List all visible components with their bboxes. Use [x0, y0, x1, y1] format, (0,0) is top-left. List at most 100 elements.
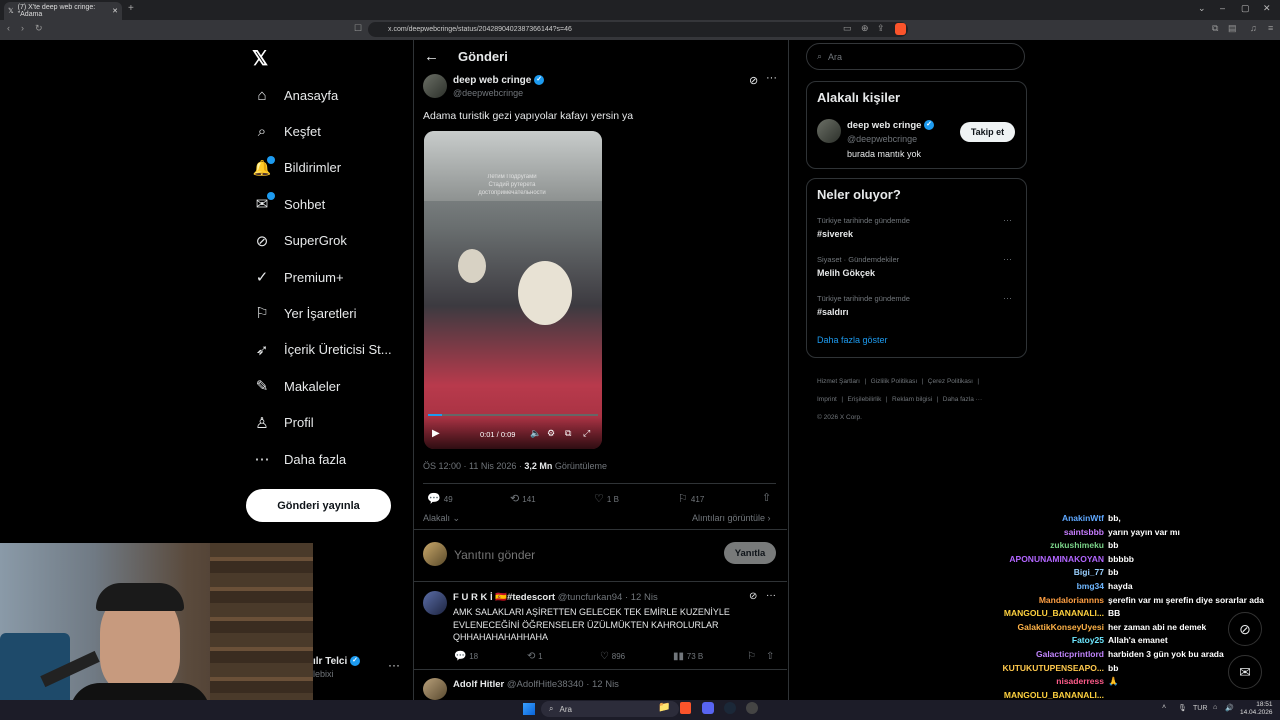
- settings-icon[interactable]: ⚙: [547, 428, 555, 439]
- grok-icon[interactable]: ⊘: [749, 74, 758, 87]
- author-avatar[interactable]: [423, 74, 447, 98]
- reply-action[interactable]: 💬 49: [427, 492, 453, 505]
- sidebar-item-home[interactable]: ⌂ Anasayfa: [252, 80, 338, 110]
- extensions-icon[interactable]: ⧉: [1212, 23, 1218, 34]
- grok-icon[interactable]: ⊘: [749, 591, 757, 602]
- forward-nav-icon[interactable]: ›: [21, 23, 24, 33]
- author-name[interactable]: deep web cringe ✓: [453, 75, 545, 86]
- discord-icon[interactable]: [702, 702, 714, 714]
- reply-avatar[interactable]: [423, 678, 447, 700]
- reply-input[interactable]: [452, 544, 716, 566]
- sidebar-item-article[interactable]: ✎ Makaleler: [252, 371, 341, 401]
- reply-like-action[interactable]: ♡ 896: [600, 651, 625, 662]
- sort-dropdown[interactable]: Alakalı ⌄: [423, 513, 460, 524]
- clock[interactable]: 18:51 14.04.2026: [1240, 701, 1273, 717]
- close-window-icon[interactable]: ✕: [1263, 3, 1271, 14]
- volume-tray-icon[interactable]: 🔊: [1225, 704, 1234, 712]
- language-indicator[interactable]: TUR: [1193, 705, 1207, 712]
- follow-button[interactable]: Takip et: [960, 122, 1015, 142]
- like-action[interactable]: ♡ 1 B: [594, 492, 619, 505]
- steam-icon[interactable]: [724, 702, 736, 714]
- footer-link[interactable]: Daha fazla ···: [943, 396, 982, 403]
- sidebar-item-chat[interactable]: ✉ Sohbet: [252, 189, 325, 219]
- new-tab-icon[interactable]: +: [128, 3, 134, 14]
- sidebar-item-grok[interactable]: ⊘ SuperGrok: [252, 226, 347, 256]
- trend-item[interactable]: Türkiye tarihinde gündemde #siverek: [817, 216, 910, 239]
- bookmark-action[interactable]: ⚐ 417: [678, 492, 704, 505]
- sidebar-item-search[interactable]: ⌕ Keşfet: [252, 116, 321, 146]
- sidebar-item-bookmark[interactable]: ⚐ Yer İşaretleri: [252, 298, 356, 328]
- footer-link[interactable]: Erişilebilirlik: [847, 396, 881, 403]
- related-name[interactable]: deep web cringe ✓: [847, 120, 935, 131]
- account-more-icon[interactable]: ···: [388, 658, 400, 672]
- minimize-icon[interactable]: –: [1220, 3, 1225, 13]
- trend-more-icon[interactable]: ···: [1003, 293, 1012, 303]
- tray-chevron-icon[interactable]: ˄: [1162, 704, 1166, 711]
- messages-float-icon[interactable]: ✉: [1228, 655, 1262, 689]
- menu-icon[interactable]: ≡: [1268, 23, 1273, 33]
- reply-bookmark-icon[interactable]: ⚐: [747, 651, 756, 662]
- trend-item[interactable]: Siyaset · Gündemdekiler Melih Gökçek: [817, 255, 899, 278]
- sidebar-item-bell[interactable]: 🔔 Bildirimler: [252, 153, 341, 183]
- reply-button[interactable]: Yanıtla: [724, 542, 776, 564]
- repost-action[interactable]: ⟲ 141: [510, 492, 536, 505]
- sidebar-item-verified[interactable]: ✓ Premium+: [252, 262, 344, 292]
- sidebar-item-rocket[interactable]: ➶ İçerik Üreticisi St...: [252, 335, 392, 365]
- browser-tab[interactable]: 𝕏 (7) X'te deep web cringe: "Adama ✕: [4, 2, 122, 20]
- footer-link[interactable]: Imprint: [817, 396, 837, 403]
- trend-more-icon[interactable]: ···: [1003, 215, 1012, 225]
- account-name[interactable]: ılr Telci ✓: [313, 656, 361, 667]
- media-icon[interactable]: ♫: [1250, 23, 1257, 33]
- post-more-icon[interactable]: ···: [766, 72, 777, 84]
- footer-link[interactable]: Hizmet Şartları: [817, 378, 860, 385]
- reply-avatar[interactable]: [423, 591, 447, 615]
- reload-icon[interactable]: ↻: [35, 23, 43, 34]
- x-logo-icon[interactable]: 𝕏: [252, 46, 268, 71]
- network-icon[interactable]: ⌂: [1213, 704, 1217, 711]
- reply-more-icon[interactable]: ···: [766, 590, 776, 601]
- file-explorer-icon[interactable]: 📁: [658, 702, 670, 713]
- back-arrow-icon[interactable]: ←: [424, 48, 439, 65]
- share-icon[interactable]: ⇪: [877, 23, 885, 34]
- play-icon[interactable]: ▶: [432, 428, 440, 439]
- grok-float-icon[interactable]: ⊘: [1228, 612, 1262, 646]
- sidebar-item-more-circle[interactable]: ⋯ Daha fazla: [252, 444, 347, 474]
- footer-link[interactable]: Çerez Politikası: [928, 378, 973, 385]
- wallet-icon[interactable]: ▤: [1228, 23, 1237, 34]
- share-icon[interactable]: ⇧: [762, 491, 771, 504]
- footer-link[interactable]: Gizlilik Politikası: [871, 378, 918, 385]
- trend-more-icon[interactable]: ···: [1003, 254, 1012, 264]
- video-progress-track[interactable]: [428, 414, 598, 416]
- video-player[interactable]: Летим Подругами Стадий рутерета достоприме…: [424, 131, 602, 449]
- sidebar-item-person[interactable]: ♙ Profil: [252, 408, 313, 438]
- footer-link[interactable]: Reklam bilgisi: [892, 396, 932, 403]
- close-tab-icon[interactable]: ✕: [112, 7, 118, 15]
- reply-share-icon[interactable]: ⇧: [766, 651, 774, 662]
- volume-icon[interactable]: 🔈: [530, 428, 541, 439]
- reply-header[interactable]: F U R K İ 🇪🇸#tedescort @tuncfurkan94 · 1…: [453, 592, 658, 603]
- mic-tray-icon[interactable]: 🎙: [1178, 704, 1187, 712]
- obs-icon[interactable]: [746, 702, 758, 714]
- reply-reply-action[interactable]: 💬 18: [454, 651, 478, 662]
- view-quotes-link[interactable]: Alıntıları görüntüle ›: [692, 513, 771, 523]
- search-box[interactable]: ⌕ Ara: [806, 43, 1025, 70]
- reply-repost-action[interactable]: ⟲ 1: [527, 651, 543, 662]
- pip-icon[interactable]: ⧉: [565, 428, 571, 439]
- fullscreen-icon[interactable]: ⤢: [583, 428, 590, 439]
- brave-taskbar-icon[interactable]: [680, 702, 691, 714]
- cast-icon[interactable]: ▭: [843, 23, 852, 34]
- back-nav-icon[interactable]: ‹: [7, 23, 10, 33]
- windows-start-icon[interactable]: [523, 703, 535, 715]
- post-button[interactable]: Gönderi yayınla: [246, 489, 391, 522]
- show-more-link[interactable]: Daha fazla göster: [817, 335, 888, 345]
- zoom-icon[interactable]: ⊕: [861, 23, 869, 34]
- related-avatar[interactable]: [817, 119, 841, 143]
- reply-header[interactable]: Adolf Hitler @AdolfHitle38340 · 12 Nis: [453, 679, 619, 690]
- brave-shield-icon[interactable]: [895, 23, 906, 35]
- bookmark-page-icon[interactable]: ☐: [354, 23, 362, 34]
- maximize-icon[interactable]: ▢: [1241, 3, 1250, 14]
- tab-list-icon[interactable]: ⌄: [1198, 3, 1206, 14]
- trend-item[interactable]: Türkiye tarihinde gündemde #saldırı: [817, 294, 910, 317]
- reply-views-action[interactable]: ▮▮ 73 B: [673, 651, 703, 662]
- address-bar[interactable]: x.com/deepwebcringe/status/2042890402387…: [368, 22, 908, 37]
